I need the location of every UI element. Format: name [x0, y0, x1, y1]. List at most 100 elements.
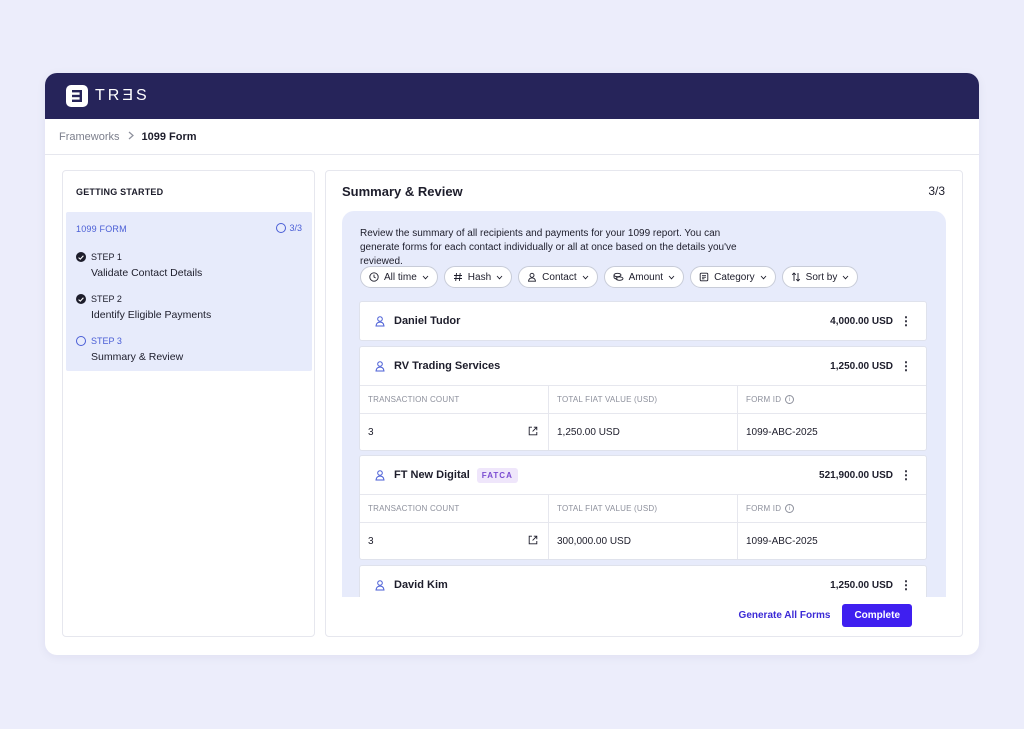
form-id: 1099-ABC-2025 [746, 535, 818, 547]
external-link-icon[interactable] [528, 426, 538, 439]
check-circle-icon [76, 294, 86, 304]
review-container[interactable]: Review the summary of all recipients and… [342, 211, 946, 597]
recipient-amount: 1,250.00 USD [830, 579, 893, 591]
chevron-down-icon [582, 275, 589, 280]
recipient-amount: 521,900.00 USD [819, 469, 893, 481]
column-header-form-id: FORM ID i [738, 495, 926, 523]
recipient-details-table: TRANSACTION COUNT 3 TOTAL FIAT VALUE (US… [360, 494, 926, 559]
chevron-down-icon [668, 275, 675, 280]
form-progress-card[interactable]: 1099 FORM 3/3 STEP 1 Validate Contact De… [66, 212, 312, 371]
recipient-card[interactable]: David Kim 1,250.00 USD ⋮ [359, 565, 927, 597]
footer-actions: Generate All Forms Complete [739, 604, 912, 627]
sidebar-heading: GETTING STARTED [76, 187, 164, 197]
breadcrumb: Frameworks 1099 Form [45, 119, 979, 155]
info-icon[interactable]: i [785, 395, 795, 404]
chevron-down-icon [842, 275, 849, 280]
more-vertical-icon[interactable]: ⋮ [900, 359, 912, 373]
filter-bar: All time Hash Contact Amount Category So… [360, 266, 859, 288]
transaction-count: 3 [368, 426, 374, 438]
sort-by[interactable]: Sort by [781, 266, 859, 288]
chevron-right-icon [128, 131, 134, 143]
filter-contact[interactable]: Contact [518, 266, 598, 288]
filter-label: Amount [628, 271, 664, 283]
filter-time[interactable]: All time [360, 266, 438, 288]
step-label: STEP 1 [91, 252, 122, 262]
column-header-form-id: FORM ID i [738, 386, 926, 414]
filter-label: Category [714, 271, 755, 283]
step-label: STEP 2 [91, 294, 122, 304]
form-title: 1099 FORM [76, 224, 127, 234]
column-header: TRANSACTION COUNT [360, 386, 548, 414]
more-vertical-icon[interactable]: ⋮ [900, 314, 912, 328]
user-icon [373, 468, 387, 482]
filter-label: Contact [542, 271, 577, 283]
summary-panel: Summary & Review 3/3 Review the summary … [325, 170, 963, 637]
form-id: 1099-ABC-2025 [746, 426, 818, 438]
user-icon [373, 578, 387, 592]
logo-icon [66, 85, 88, 107]
form-progress: 3/3 [276, 223, 302, 233]
breadcrumb-current: 1099 Form [141, 130, 197, 143]
step-2[interactable]: STEP 2 Identify Eligible Payments [76, 294, 211, 321]
form-progress-value: 3/3 [289, 223, 302, 233]
recipient-card[interactable]: RV Trading Services 1,250.00 USD ⋮ TRANS… [359, 346, 927, 451]
step-title: Identify Eligible Payments [91, 309, 212, 321]
logo-text: TRƎS [95, 87, 150, 104]
external-link-icon[interactable] [528, 535, 538, 548]
step-title: Summary & Review [91, 351, 184, 363]
chevron-down-icon [496, 275, 503, 280]
clock-icon [369, 272, 379, 282]
recipient-amount: 1,250.00 USD [830, 360, 893, 372]
column-header: TOTAL FIAT VALUE (USD) [549, 495, 737, 523]
steps-sidebar: GETTING STARTED 1099 FORM 3/3 STEP 1 Val… [62, 170, 315, 637]
page-title: Summary & Review [342, 184, 463, 199]
recipient-name: Daniel Tudor [394, 315, 461, 327]
more-vertical-icon[interactable]: ⋮ [900, 578, 912, 592]
recipient-name: RV Trading Services [394, 360, 501, 372]
filter-label: All time [384, 271, 417, 283]
filter-label: Sort by [805, 271, 838, 283]
filter-hash[interactable]: Hash [443, 266, 513, 288]
step-label: STEP 3 [91, 336, 122, 346]
more-vertical-icon[interactable]: ⋮ [900, 468, 912, 482]
open-circle-icon [76, 336, 86, 346]
fiat-value: 1,250.00 USD [557, 426, 620, 438]
chevron-down-icon [422, 275, 429, 280]
review-description: Review the summary of all recipients and… [360, 228, 737, 267]
user-icon [373, 314, 387, 328]
step-1[interactable]: STEP 1 Validate Contact Details [76, 252, 202, 279]
step-title: Validate Contact Details [91, 267, 203, 279]
complete-button[interactable]: Complete [842, 604, 912, 627]
filter-category[interactable]: Category [690, 266, 776, 288]
column-header: TRANSACTION COUNT [360, 495, 548, 523]
column-header: TOTAL FIAT VALUE (USD) [549, 386, 737, 414]
transaction-count: 3 [368, 535, 374, 547]
coins-icon [613, 272, 624, 282]
info-icon[interactable]: i [785, 504, 795, 513]
recipient-card[interactable]: FT New Digital FATCA 521,900.00 USD ⋮ TR… [359, 455, 927, 560]
step-indicator: 3/3 [928, 184, 945, 198]
hash-icon [453, 272, 463, 282]
recipient-card[interactable]: Daniel Tudor 4,000.00 USD ⋮ [359, 301, 927, 341]
generate-all-forms-button[interactable]: Generate All Forms [739, 610, 831, 621]
column-header-label: FORM ID [746, 504, 782, 513]
fiat-value: 300,000.00 USD [557, 535, 631, 547]
filter-amount[interactable]: Amount [603, 266, 685, 288]
check-circle-icon [76, 252, 86, 262]
filter-label: Hash [467, 271, 492, 283]
sort-icon [791, 272, 801, 282]
recipient-details-table: TRANSACTION COUNT 3 TOTAL FIAT VALUE (US… [360, 385, 926, 450]
breadcrumb-frameworks-link[interactable]: Frameworks [59, 131, 120, 143]
top-bar: TRƎS [45, 73, 979, 119]
user-icon [527, 272, 537, 282]
recipient-name: FT New Digital [394, 469, 470, 481]
app-window: TRƎS Frameworks 1099 Form GETTING STARTE… [45, 73, 979, 655]
user-icon [373, 359, 387, 373]
category-icon [699, 272, 709, 282]
recipient-name: David Kim [394, 579, 448, 591]
progress-ring-icon [276, 223, 287, 233]
chevron-down-icon [760, 275, 767, 280]
column-header-label: FORM ID [746, 395, 782, 404]
fatca-badge: FATCA [476, 467, 518, 483]
step-3[interactable]: STEP 3 Summary & Review [76, 336, 183, 363]
